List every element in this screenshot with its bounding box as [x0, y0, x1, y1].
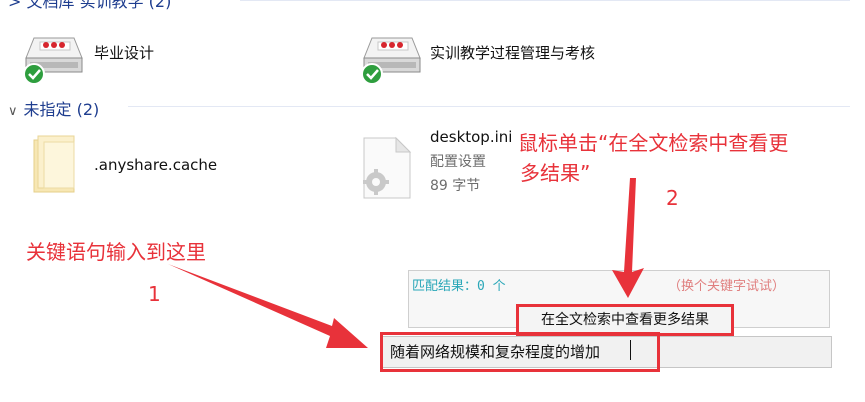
annotation-step2-number: 2 [666, 186, 679, 210]
search-hint: （换个关键字试试） [668, 279, 786, 294]
item-label: 实训教学过程管理与考核 [430, 44, 596, 62]
item-type: 配置设置 [430, 154, 486, 170]
group-divider [128, 106, 850, 107]
chevron-down-icon: ∨ [8, 104, 18, 119]
group-header-label: 未指定 (2) [23, 100, 100, 119]
config-file-icon [363, 136, 412, 199]
drive-item-training-management[interactable]: 实训教学过程管理与考核 [358, 28, 688, 84]
item-label: desktop.ini [430, 128, 513, 146]
item-label: .anyshare.cache [94, 156, 218, 174]
group-header-unspecified[interactable]: ∨ 未指定 (2) [8, 96, 99, 120]
annotation-line: 鼠标单击“在全文检索中查看更 [518, 131, 789, 155]
group-header-library[interactable]: > 文档库 实训教学 (2) [8, 0, 171, 12]
group-header-label: > 文档库 实训教学 (2) [8, 0, 172, 11]
text-cursor [630, 340, 631, 360]
network-drive-synced-icon [23, 37, 83, 84]
network-drive-synced-icon [361, 37, 421, 84]
file-item-desktop-ini[interactable]: desktop.ini 配置设置 89 字节 [358, 128, 518, 200]
folder-item-anyshare-cache[interactable]: .anyshare.cache [30, 132, 350, 194]
drive-item-graduation-design[interactable]: 毕业设计 [20, 28, 350, 84]
item-size: 89 字节 [430, 178, 481, 194]
annotation-step2-text: 鼠标单击“在全文检索中查看更 多结果” [518, 128, 788, 188]
item-label: 毕业设计 [94, 44, 155, 62]
folder-icon [33, 135, 75, 193]
annotation-step1-text: 关键语句输入到这里 [26, 240, 206, 264]
annotation-line: 多结果” [520, 161, 591, 185]
arrow-step1-icon [168, 264, 368, 348]
match-count-label: 匹配结果：0 个 [412, 279, 506, 294]
search-query-text: 随着网络规模和复杂程度的增加 [390, 343, 601, 361]
group-divider [240, 0, 850, 1]
annotation-step1-number: 1 [148, 282, 161, 306]
